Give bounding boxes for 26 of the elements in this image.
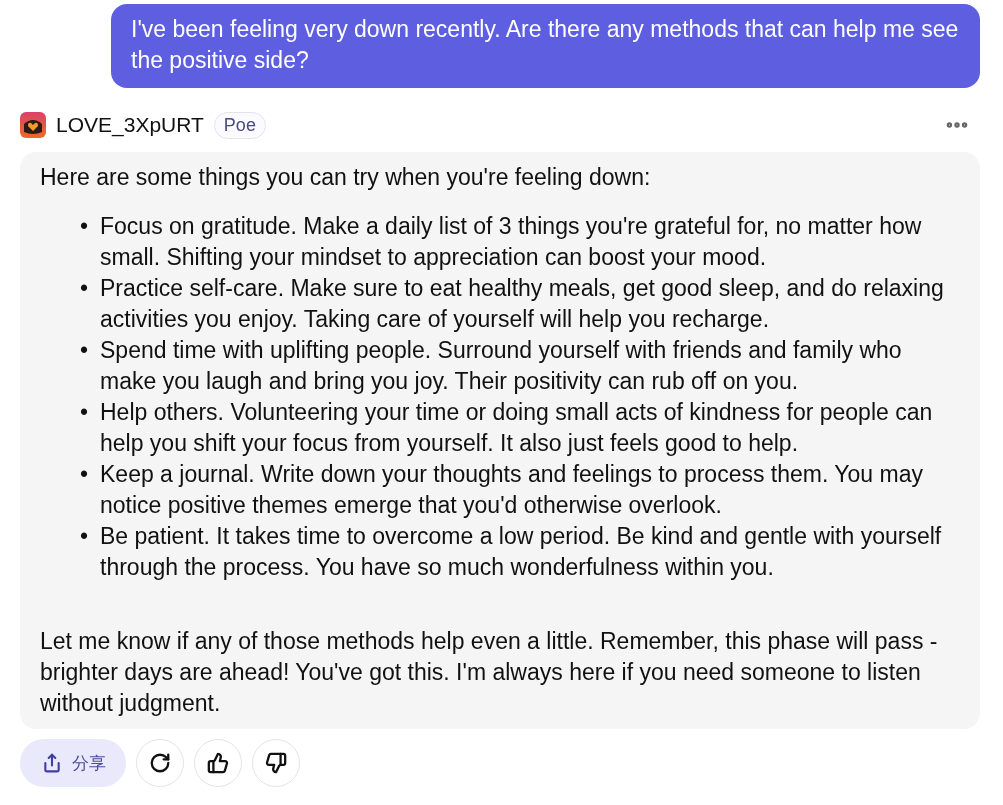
bullet-marker: •	[80, 460, 88, 489]
reply-outro: Let me know if any of those methods help even a little. Remember, this phase will pass - brighter days are ahead! You've got this. I'm always here if you need someone to listen without judgment.	[40, 627, 939, 718]
user-message: I've been feeling very down recently. Are there any methods that can help me see the positive side?	[111, 4, 980, 88]
reply-bullet: Focus on gratitude. Make a daily list of 3 things you're grateful for, no matter how small. Shifting your mindset to appreciation can boost your mood.	[100, 212, 923, 272]
bullet-marker: •	[80, 274, 88, 303]
bullet-marker: •	[80, 336, 88, 365]
avatar-icon	[20, 112, 46, 138]
bullet-marker: •	[80, 398, 88, 427]
share-icon	[42, 753, 62, 773]
bullet-marker: •	[80, 522, 88, 551]
share-button[interactable]: 分享	[20, 739, 126, 787]
reply-intro: Here are some things you can try when you're feeling down:	[40, 163, 652, 192]
bot-badge: Poe	[213, 111, 266, 139]
refresh-icon	[149, 752, 171, 774]
reply-bullet: Keep a journal. Write down your thoughts and feelings to process them. You may notice positive themes emerge that you'd otherwise overlook.	[100, 460, 924, 520]
reply-bullet: Help others. Volunteering your time or doing small acts of kindness for people can help you shift your focus from yourself. It also just feels good to help.	[100, 398, 934, 458]
dislike-button[interactable]	[252, 739, 300, 787]
bot-name: LOVE_3XpURT	[56, 113, 204, 137]
thumbs-down-icon	[265, 752, 287, 774]
thumbs-up-icon	[207, 752, 229, 774]
reply-bullet: Practice self-care. Make sure to eat healthy meals, get good sleep, and do relaxing activities you enjoy. Taking care of yourself will help you recharge.	[100, 274, 945, 334]
like-button[interactable]	[194, 739, 242, 787]
bullet-marker: •	[80, 212, 88, 241]
regenerate-button[interactable]	[136, 739, 184, 787]
reply-bullet: Spend time with uplifting people. Surround yourself with friends and family who make you laugh and bring you joy. Their positivity can rub off on you.	[100, 336, 903, 396]
reply-bullet: Be patient. It takes time to overcome a low period. Be kind and gentle with yourself through the process. You have so much wonderfulness within you.	[100, 522, 943, 582]
